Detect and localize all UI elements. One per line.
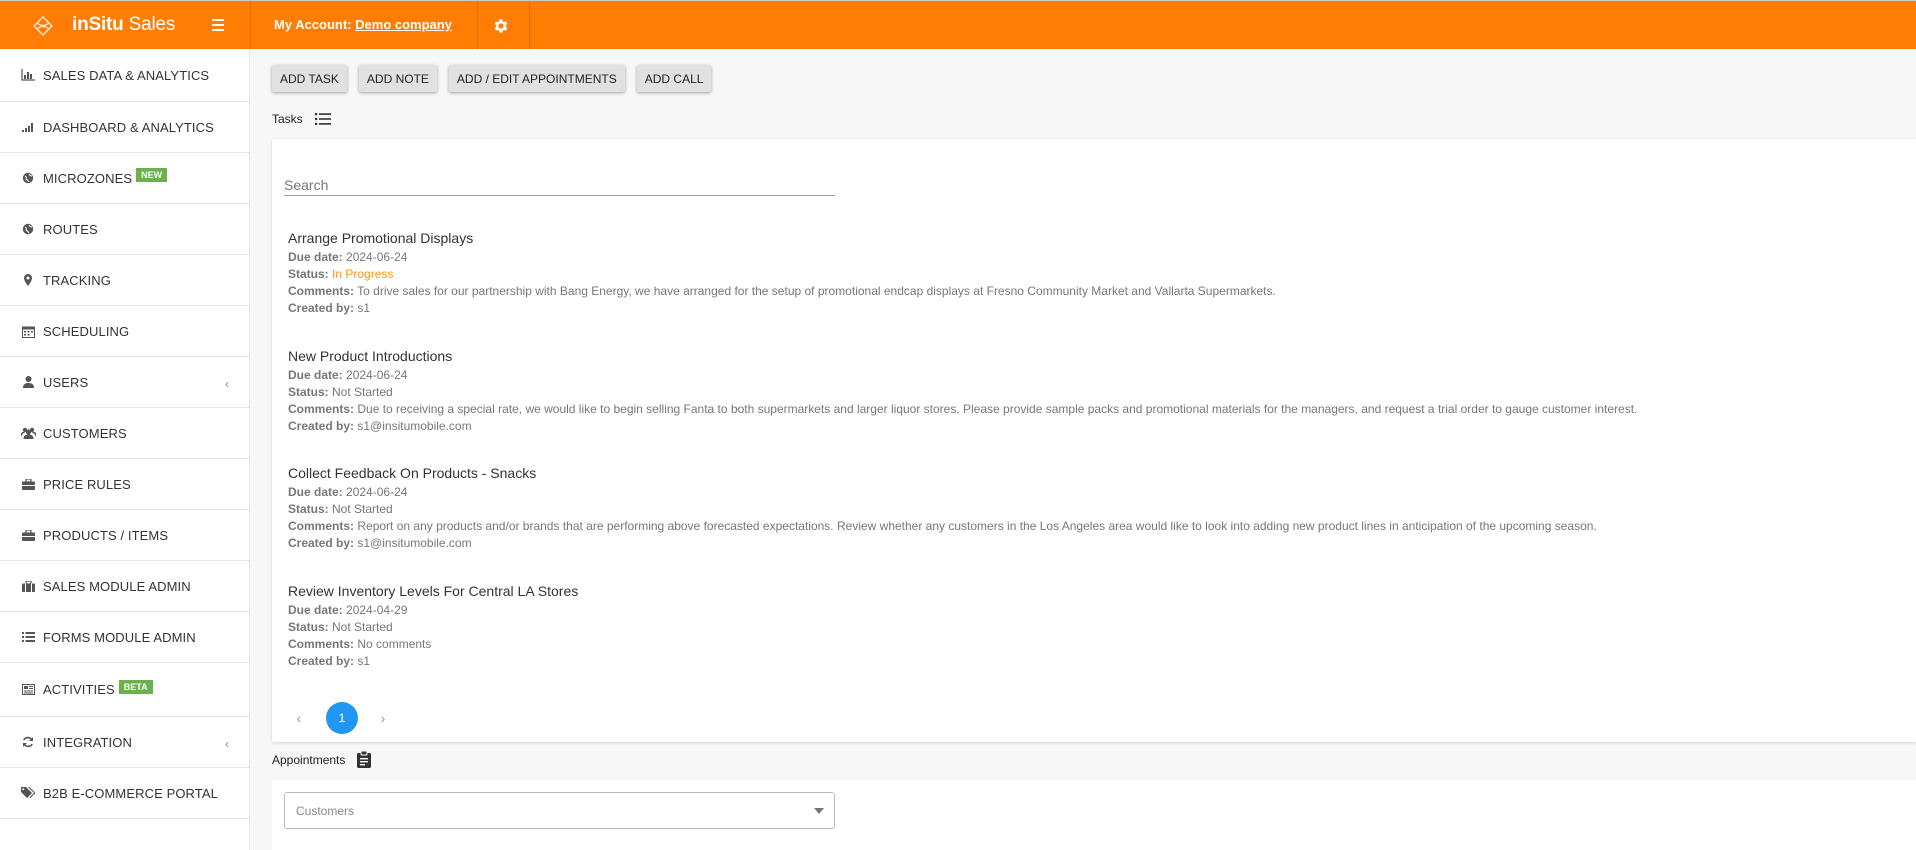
map-pin-icon (20, 273, 36, 287)
task-comments: To drive sales for our partnership with … (357, 284, 1276, 298)
list-view-icon[interactable] (314, 113, 331, 125)
new-badge: NEW (136, 168, 168, 182)
globe-icon (20, 171, 36, 185)
list-icon (20, 630, 36, 644)
sidebar-item-sales-data-analytics[interactable]: SALES DATA & ANALYTICS (0, 49, 249, 102)
task-title[interactable]: Review Inventory Levels For Central LA S… (288, 582, 578, 600)
task-created-by: s1 (357, 654, 371, 668)
add-task-button[interactable]: ADD TASK (272, 65, 347, 92)
briefcase-icon (20, 528, 36, 542)
task-comments: Due to receiving a special rate, we woul… (357, 402, 1638, 416)
sidebar-item-integration[interactable]: INTEGRATION ‹ (0, 717, 249, 768)
task-comments: Report on any products and/or brands tha… (357, 519, 1597, 533)
action-bar: ADD TASK ADD NOTE ADD / EDIT APPOINTMENT… (272, 65, 712, 92)
calendar-icon (20, 324, 36, 338)
appointments-card: Customers (272, 780, 1916, 850)
task-due-date: 2024-06-24 (346, 485, 408, 499)
pagination: ‹ 1 › (292, 702, 390, 734)
user-icon (20, 375, 36, 389)
top-bar: inSitu Sales My Account: Demo company (0, 0, 1916, 50)
header-divider (250, 1, 251, 50)
sidebar-item-b2b-ecommerce-portal[interactable]: B2B E-COMMERCE PORTAL (0, 768, 249, 819)
task-due-date: 2024-04-29 (346, 603, 408, 617)
task-comments: No comments (357, 637, 432, 651)
add-call-button[interactable]: ADD CALL (636, 65, 712, 92)
customers-select[interactable]: Customers (284, 792, 835, 829)
account-name-link[interactable]: Demo company (355, 17, 452, 32)
account-switcher: My Account: Demo company (274, 17, 452, 32)
appointments-heading: Appointments (272, 751, 372, 768)
sidebar-item-microzones[interactable]: MICROZONES NEW (0, 153, 249, 204)
tasks-heading: Tasks (272, 112, 331, 126)
task-status: Not Started (332, 385, 393, 399)
briefcase-icon (20, 477, 36, 491)
page-1-button[interactable]: 1 (326, 702, 358, 734)
refresh-icon (20, 735, 36, 749)
add-note-button[interactable]: ADD NOTE (358, 65, 437, 92)
brand[interactable]: inSitu Sales (0, 1, 250, 50)
task-item[interactable]: Review Inventory Levels For Central LA S… (288, 582, 578, 670)
bar-chart-icon (20, 68, 36, 82)
task-due-date: 2024-06-24 (346, 368, 408, 382)
beta-badge: BETA (118, 679, 153, 694)
task-status: Not Started (332, 502, 393, 516)
newspaper-icon (20, 683, 36, 697)
task-created-by: s1 (357, 301, 371, 315)
task-due-date: 2024-06-24 (346, 250, 408, 264)
gear-icon[interactable] (492, 17, 510, 35)
chevron-left-icon[interactable]: ‹ (225, 737, 229, 751)
task-created-by: s1@insitumobile.com (357, 536, 472, 550)
task-status: Not Started (332, 620, 393, 634)
globe-icon (20, 222, 36, 236)
sidebar-item-users[interactable]: USERS ‹ (0, 357, 249, 408)
sidebar-item-dashboard-analytics[interactable]: DASHBOARD & ANALYTICS (0, 102, 249, 153)
task-title[interactable]: Arrange Promotional Displays (288, 229, 1276, 247)
add-edit-appointments-button[interactable]: ADD / EDIT APPOINTMENTS (448, 65, 625, 92)
header-divider (477, 1, 478, 50)
chevron-left-icon[interactable]: ‹ (292, 710, 306, 726)
sidebar-item-products-items[interactable]: PRODUCTS / ITEMS (0, 510, 249, 561)
sidebar-item-sales-module-admin[interactable]: SALES MODULE ADMIN (0, 561, 249, 612)
main-content: ADD TASK ADD NOTE ADD / EDIT APPOINTMENT… (250, 49, 1916, 850)
tasks-card: Arrange Promotional Displays Due date: 2… (272, 139, 1916, 742)
header-divider (529, 1, 530, 50)
task-status: In Progress (332, 267, 394, 281)
tags-icon (20, 786, 36, 800)
sidebar-item-customers[interactable]: CUSTOMERS (0, 408, 249, 459)
chevron-right-icon[interactable]: › (376, 710, 390, 726)
sidebar: SALES DATA & ANALYTICS DASHBOARD & ANALY… (0, 49, 250, 850)
sidebar-item-tracking[interactable]: TRACKING (0, 255, 249, 306)
dropdown-caret-icon (814, 808, 824, 814)
sidebar-item-routes[interactable]: ROUTES (0, 204, 249, 255)
hamburger-menu-icon[interactable] (211, 16, 229, 34)
task-search-input[interactable] (284, 169, 835, 196)
task-title[interactable]: Collect Feedback On Products - Snacks (288, 464, 1597, 482)
suitcase-icon (20, 579, 36, 593)
clipboard-icon[interactable] (357, 751, 372, 768)
task-item[interactable]: New Product Introductions Due date: 2024… (288, 347, 1637, 435)
sidebar-item-scheduling[interactable]: SCHEDULING (0, 306, 249, 357)
task-created-by: s1@insitumobile.com (357, 419, 472, 433)
sidebar-item-price-rules[interactable]: PRICE RULES (0, 459, 249, 510)
sidebar-item-activities[interactable]: ACTIVITIES BETA (0, 663, 249, 717)
signal-bars-icon (20, 120, 36, 134)
task-title[interactable]: New Product Introductions (288, 347, 1637, 365)
task-item[interactable]: Arrange Promotional Displays Due date: 2… (288, 229, 1276, 317)
sidebar-item-forms-module-admin[interactable]: FORMS MODULE ADMIN (0, 612, 249, 663)
insitu-logo-icon (33, 16, 53, 36)
users-icon (20, 426, 36, 440)
task-item[interactable]: Collect Feedback On Products - Snacks Du… (288, 464, 1597, 552)
brand-name: inSitu Sales (72, 14, 176, 35)
chevron-left-icon[interactable]: ‹ (225, 377, 229, 391)
